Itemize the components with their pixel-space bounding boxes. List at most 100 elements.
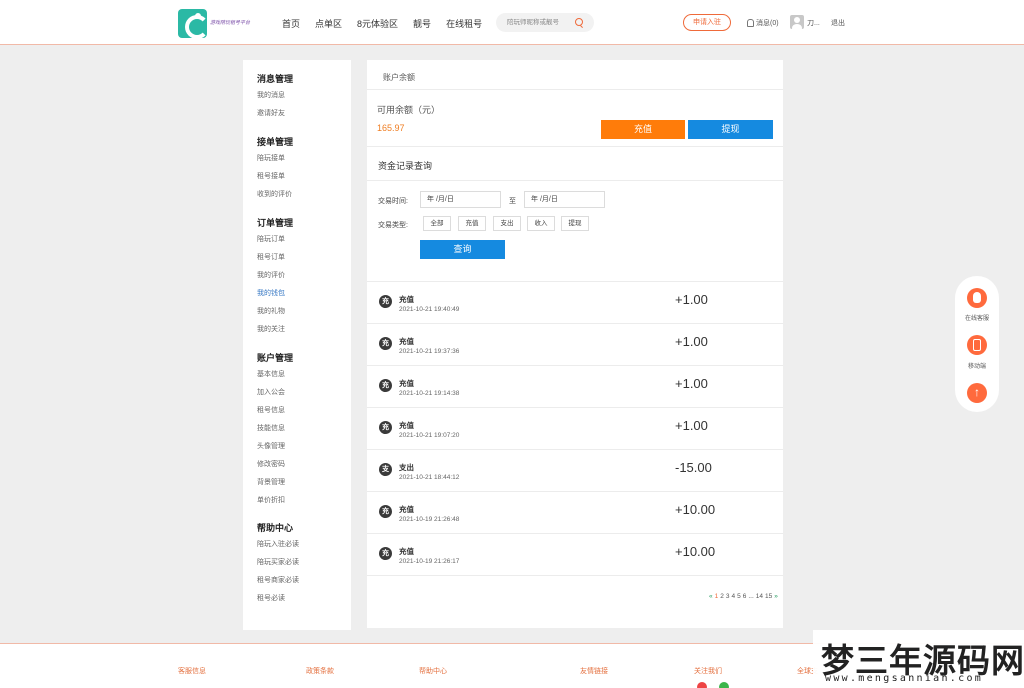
- sidebar-item-avatar-manage[interactable]: 头像管理: [257, 441, 285, 451]
- sidebar-item-help-play-join[interactable]: 陪玩入驻必读: [257, 539, 299, 549]
- sidebar-item-basic-info[interactable]: 基本信息: [257, 369, 285, 379]
- pager-page[interactable]: 5: [737, 593, 741, 600]
- footer-col-policy: 政策条款: [306, 668, 334, 675]
- sidebar-item-help-rent[interactable]: 租号必读: [257, 593, 285, 603]
- type-filter-all[interactable]: 全部: [423, 216, 451, 231]
- record-amount: -15.00: [675, 460, 712, 475]
- logout-link[interactable]: 退出: [831, 18, 845, 28]
- top-header: 游戏陪玩租号平台 首页 点单区 8元体验区 靓号 在线租号 申请入驻 消息(0)…: [0, 0, 1024, 45]
- date-from-input[interactable]: 年 /月/日: [420, 191, 501, 208]
- pagination: « 1 2 3 4 5 6 ... 14 15 »: [709, 593, 780, 600]
- apply-join-button[interactable]: 申请入驻: [683, 14, 731, 31]
- record-time: 2021-10-21 19:07:20: [399, 432, 460, 439]
- search-icon[interactable]: [575, 18, 583, 26]
- date-to-input[interactable]: 年 /月/日: [524, 191, 605, 208]
- recharge-button[interactable]: 充值: [601, 120, 685, 139]
- mobile-icon[interactable]: [967, 335, 987, 355]
- pager-next[interactable]: »: [774, 593, 778, 600]
- user-avatar[interactable]: [790, 15, 804, 29]
- recharge-icon: 充: [379, 421, 392, 434]
- main-nav: 首页 点单区 8元体验区 靓号 在线租号: [282, 17, 497, 30]
- recharge-icon: 充: [379, 379, 392, 392]
- balance-value: 165.97: [377, 123, 405, 133]
- sidebar-item-help-play-buyer[interactable]: 陪玩买家必读: [257, 557, 299, 567]
- messages-label: 消息(0): [756, 20, 779, 27]
- table-row: 充 充值 2021-10-21 19:14:38 +1.00: [367, 366, 783, 408]
- sidebar-item-my-gifts[interactable]: 我的礼物: [257, 306, 285, 316]
- record-type: 充值: [399, 295, 414, 304]
- withdraw-button[interactable]: 提现: [688, 120, 773, 139]
- query-button[interactable]: 查询: [420, 240, 505, 259]
- record-time: 2021-10-21 19:14:38: [399, 390, 460, 397]
- sidebar-item-my-wallet[interactable]: 我的钱包: [257, 288, 285, 298]
- sidebar-group-orders: 订单管理 陪玩订单 租号订单 我的评价 我的钱包 我的礼物 我的关注: [257, 216, 293, 333]
- sidebar-item-play-accept[interactable]: 陪玩接单: [257, 153, 285, 163]
- expense-icon: 支: [379, 463, 392, 476]
- nav-online-rent[interactable]: 在线租号: [446, 17, 482, 30]
- footer-col-help: 帮助中心: [419, 668, 447, 675]
- pager-page[interactable]: 14: [756, 593, 763, 600]
- sidebar-item-join-guild[interactable]: 加入公会: [257, 387, 285, 397]
- nav-trial-zone[interactable]: 8元体验区: [357, 17, 398, 30]
- record-type: 支出: [399, 463, 414, 472]
- record-amount: +1.00: [675, 334, 708, 349]
- sidebar-item-skill-info[interactable]: 技能信息: [257, 423, 285, 433]
- sidebar-group-messages: 消息管理 我的消息 邀请好友: [257, 72, 294, 117]
- sidebar-item-rent-accept[interactable]: 租号接单: [257, 171, 285, 181]
- sidebar-item-play-orders[interactable]: 陪玩订单: [257, 234, 285, 244]
- sidebar-item-rent-info[interactable]: 租号信息: [257, 405, 285, 415]
- record-time: 2021-10-21 19:40:49: [399, 306, 460, 313]
- sidebar-item-rent-orders[interactable]: 租号订单: [257, 252, 285, 262]
- sidebar-item-invite-friends[interactable]: 邀请好友: [257, 108, 285, 118]
- type-filter-withdraw[interactable]: 提现: [561, 216, 589, 231]
- nav-vip-number[interactable]: 靓号: [413, 17, 431, 30]
- record-amount: +10.00: [675, 502, 716, 517]
- sidebar-item-change-password[interactable]: 修改密码: [257, 459, 285, 469]
- weibo-icon[interactable]: [697, 682, 707, 688]
- trade-type-label: 交易类型:: [378, 222, 408, 229]
- pager-prev[interactable]: «: [709, 593, 713, 600]
- pager-page[interactable]: 6: [743, 593, 747, 600]
- record-type: 充值: [399, 337, 414, 346]
- mobile-label[interactable]: 移动端: [955, 361, 999, 370]
- pager-page[interactable]: 3: [726, 593, 730, 600]
- sidebar-group-title: 消息管理: [257, 74, 294, 84]
- messages-link[interactable]: 消息(0): [747, 18, 779, 28]
- username[interactable]: 刀...: [807, 18, 820, 28]
- search-input[interactable]: [507, 18, 571, 27]
- sidebar-item-help-rent-merchant[interactable]: 租号商家必读: [257, 575, 299, 585]
- pager-page[interactable]: 2: [720, 593, 724, 600]
- back-to-top-icon[interactable]: [967, 383, 987, 403]
- site-logo[interactable]: 游戏陪玩租号平台: [178, 9, 258, 38]
- type-filter-recharge[interactable]: 充值: [458, 216, 486, 231]
- nav-home[interactable]: 首页: [282, 17, 300, 30]
- record-type: 充值: [399, 379, 414, 388]
- recharge-icon: 充: [379, 547, 392, 560]
- recharge-icon: 充: [379, 337, 392, 350]
- wechat-icon[interactable]: [719, 682, 729, 688]
- pager-page-current[interactable]: 1: [715, 593, 719, 600]
- pager-page[interactable]: 15: [765, 593, 772, 600]
- sidebar-item-my-messages[interactable]: 我的消息: [257, 90, 285, 100]
- customer-service-label[interactable]: 在线客服: [955, 313, 999, 322]
- customer-service-icon[interactable]: [967, 288, 987, 308]
- sidebar: 消息管理 我的消息 邀请好友 接单管理 陪玩接单 租号接单 收到的评价 订单管理…: [243, 60, 351, 630]
- record-type: 充值: [399, 505, 414, 514]
- nav-order-zone[interactable]: 点单区: [315, 17, 342, 30]
- recharge-icon: 充: [379, 295, 392, 308]
- pager-page[interactable]: 4: [732, 593, 736, 600]
- type-filter-expense[interactable]: 支出: [493, 216, 521, 231]
- record-type: 充值: [399, 547, 414, 556]
- divider: [367, 180, 783, 181]
- type-filter-income[interactable]: 收入: [527, 216, 555, 231]
- sidebar-item-my-reviews[interactable]: 我的评价: [257, 270, 285, 280]
- sidebar-item-price-discount[interactable]: 单价折扣: [257, 495, 285, 505]
- footer-col-service: 客服信息: [178, 668, 206, 675]
- sidebar-item-received-reviews[interactable]: 收到的评价: [257, 189, 292, 199]
- record-amount: +10.00: [675, 544, 716, 559]
- sidebar-item-my-follows[interactable]: 我的关注: [257, 324, 285, 334]
- panel-header: 账户余额: [367, 60, 783, 90]
- sidebar-item-background-manage[interactable]: 背景管理: [257, 477, 285, 487]
- table-row: 充 充值 2021-10-19 21:26:48 +10.00: [367, 492, 783, 534]
- pager-ellipsis: ...: [748, 593, 754, 600]
